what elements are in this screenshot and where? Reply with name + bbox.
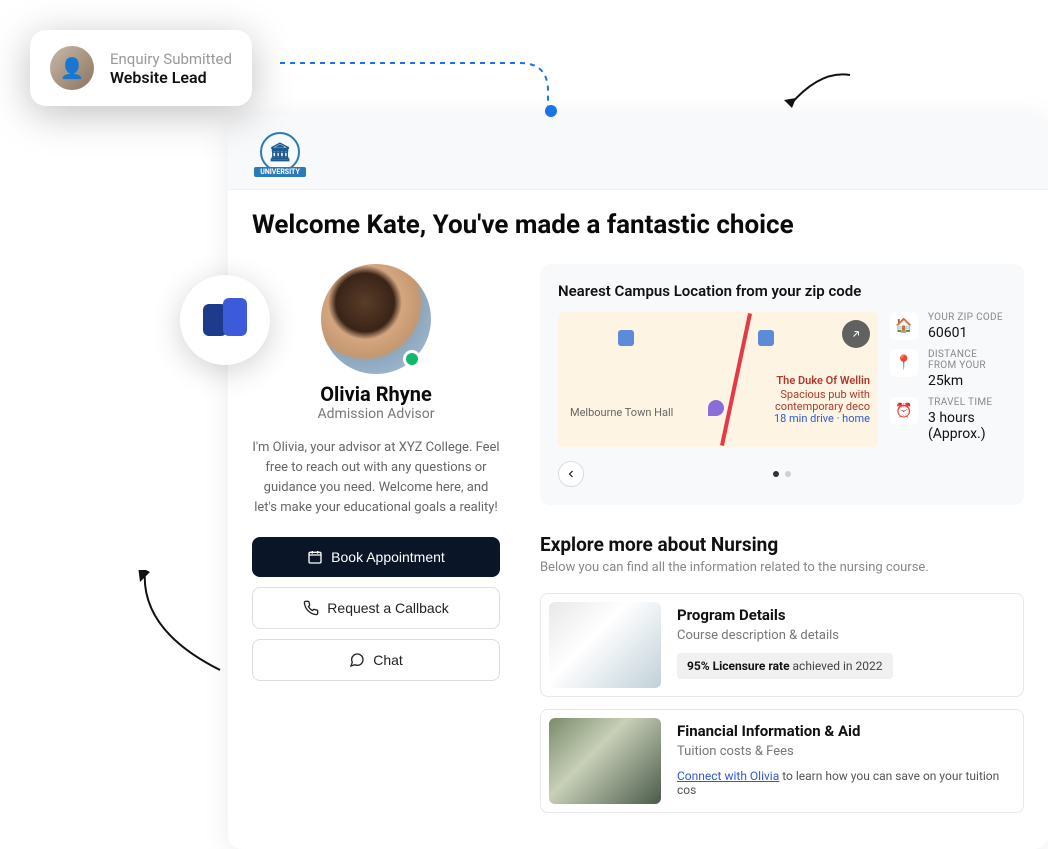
map-expand-button[interactable] [842,320,870,348]
pager-dots [773,471,791,477]
campus-card: Nearest Campus Location from your zip co… [540,264,1024,505]
partner-logo-icon [203,298,247,342]
advisor-name: Olivia Rhyne [252,382,500,406]
dot[interactable] [785,471,791,477]
zip-label: YOUR ZIP CODE [928,312,1003,323]
status-online-icon [403,350,421,368]
financial-title: Financial Information & Aid [677,722,1015,740]
explore-title: Explore more about Nursing [540,533,1024,556]
connector-line [280,58,560,118]
dot-active[interactable] [773,471,779,477]
calendar-icon [307,549,323,565]
map-pin-icon [618,330,634,346]
home-icon: 🏠 [890,312,918,340]
lead-status: Enquiry Submitted [110,50,232,68]
request-callback-button[interactable]: Request a Callback [252,587,500,629]
university-logo: 🏛 UNIVERSITY [252,129,308,175]
explore-item-financial[interactable]: Financial Information & Aid Tuition cost… [540,709,1024,813]
advisor-photo [321,264,431,374]
advisor-role: Admission Advisor [252,406,500,422]
clock-icon: ⏰ [890,397,918,425]
book-appointment-button[interactable]: Book Appointment [252,537,500,577]
connector-dot [545,105,557,117]
lead-card: 👤 Enquiry Submitted Website Lead [30,30,252,106]
distance-label: DISTANCE FROM YOUR [928,349,1006,371]
lead-source: Website Lead [110,68,232,87]
explore-item-program[interactable]: Program Details Course description & det… [540,593,1024,697]
advisor-message: I'm Olivia, your advisor at XYZ College.… [252,438,500,519]
map-marker-icon [708,400,724,416]
explore-subtitle: Below you can find all the information r… [540,560,1024,575]
financial-image [549,718,661,804]
program-desc: Course description & details [677,628,893,643]
campus-stats: 🏠 YOUR ZIP CODE 60601 📍 DISTANCE FROM YO… [890,312,1006,447]
expand-icon [850,328,862,340]
pin-icon: 📍 [890,349,918,377]
time-label: TRAVEL TIME [928,397,1006,408]
program-image [549,602,661,688]
welcome-heading: Welcome Kate, You've made a fantastic ch… [252,210,1024,240]
map-pin-icon [758,330,774,346]
chat-button[interactable]: Chat [252,639,500,681]
campus-map[interactable]: The Duke Of Wellin Spacious pub with con… [558,312,878,447]
distance-value: 25km [928,373,1006,389]
zip-value: 60601 [928,325,1003,341]
chevron-left-icon [565,468,577,480]
financial-desc: Tuition costs & Fees [677,744,1015,759]
decor-arrow-left [130,570,250,690]
chat-icon [349,652,365,668]
partner-badge [180,275,270,365]
app-window: 🏛 UNIVERSITY Welcome Kate, You've made a… [228,115,1048,849]
licensure-badge: 95% Licensure rate achieved in 2022 [677,653,893,679]
program-title: Program Details [677,606,893,624]
decor-arrow-top [780,60,860,110]
phone-icon [303,600,319,616]
app-header: 🏛 UNIVERSITY [228,115,1048,190]
time-value: 3 hours (Approx.) [928,410,1006,442]
campus-title: Nearest Campus Location from your zip co… [558,282,1006,300]
connect-link[interactable]: Connect with Olivia [677,769,779,783]
lead-avatar: 👤 [50,46,94,90]
explore-section: Explore more about Nursing Below you can… [540,533,1024,813]
prev-button[interactable] [558,461,584,487]
advisor-panel: Olivia Rhyne Admission Advisor I'm Olivi… [252,264,500,825]
